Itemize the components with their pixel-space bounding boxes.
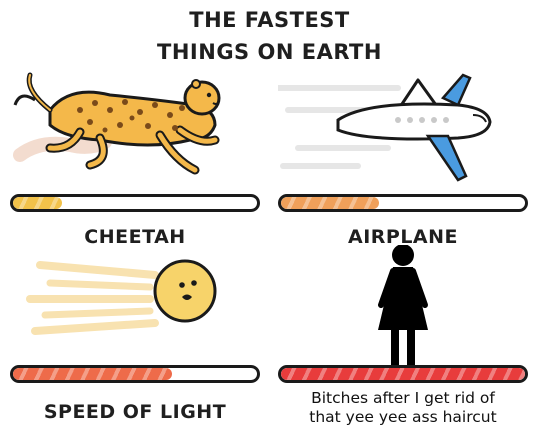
title-line-1: THE FASTEST xyxy=(189,8,350,32)
title-line-2: THINGS ON EARTH xyxy=(157,40,382,64)
label-speed-of-light: SPEED OF LIGHT xyxy=(43,401,227,423)
panel-cheetah: CHEETAH xyxy=(10,70,260,260)
speed-bar-speed-of-light xyxy=(10,365,260,383)
panel-meme: Bitches after I get rid of that yee yee … xyxy=(278,245,528,435)
speed-bar-cheetah xyxy=(10,194,260,212)
speed-bar-meme xyxy=(278,365,528,383)
panel-speed-of-light: SPEED OF LIGHT xyxy=(10,245,260,435)
label-meme-line-2: that yee yee ass haircut xyxy=(309,408,497,426)
speed-bar-airplane xyxy=(278,194,528,212)
woman-silhouette-icon xyxy=(378,245,428,365)
label-meme: Bitches after I get rid of that yee yee … xyxy=(278,389,528,427)
cheetah-icon xyxy=(13,72,221,175)
airplane-icon xyxy=(278,73,492,182)
panel-airplane: AIRPLANE xyxy=(278,70,528,260)
light-ball-icon xyxy=(26,259,217,335)
label-meme-line-1: Bitches after I get rid of xyxy=(311,389,495,407)
